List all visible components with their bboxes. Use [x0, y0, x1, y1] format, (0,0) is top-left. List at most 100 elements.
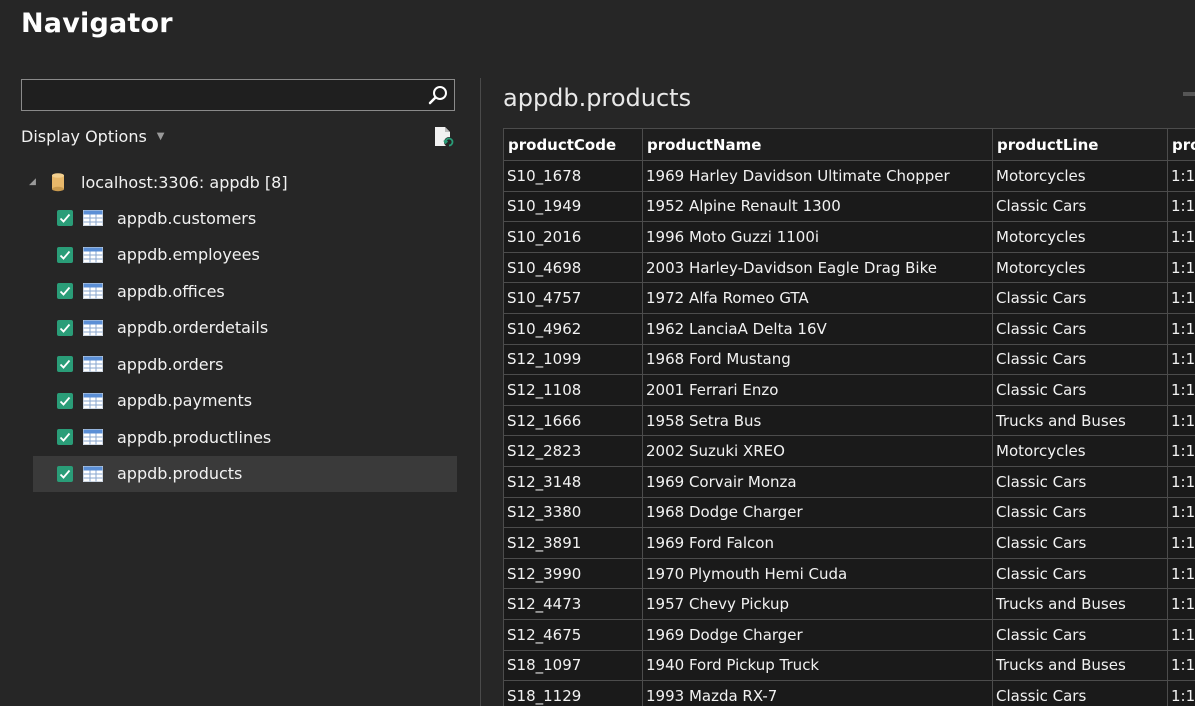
- checkbox[interactable]: [57, 465, 73, 482]
- table-cell: Motorcycles: [992, 251, 1168, 284]
- table-cell: Classic Cars: [992, 557, 1168, 590]
- table-row: S10_2016 1996 Moto Guzzi 1100i Motorcycles…: [503, 221, 1195, 253]
- table-cell: 1968 Ford Mustang: [642, 343, 993, 376]
- table-icon: [83, 319, 103, 336]
- table-cell: 1957 Chevy Pickup: [642, 588, 993, 620]
- table-cell: Trucks and Buses: [992, 649, 1168, 682]
- table-cell: S10_4757: [503, 282, 643, 314]
- scrollbar-indicator[interactable]: [1183, 92, 1195, 96]
- database-icon: [52, 173, 64, 192]
- table-cell: Classic Cars: [992, 527, 1168, 559]
- checkmark-icon: [59, 396, 71, 406]
- table-cell: 1972 Alfa Romeo GTA: [642, 282, 993, 314]
- checkmark-icon: [59, 286, 71, 296]
- tree-item-table[interactable]: appdb.offices: [33, 273, 457, 309]
- table-row: S12_1099 1968 Ford Mustang Classic Cars 1:1: [503, 343, 1195, 376]
- tree-item-table[interactable]: appdb.products: [33, 455, 457, 492]
- table-row: S18_1097 1940 Ford Pickup Truck Trucks and…: [503, 649, 1195, 682]
- table-cell: S10_4962: [503, 312, 643, 345]
- checkbox[interactable]: [57, 392, 73, 409]
- table-cell: 1969 Ford Falcon: [642, 527, 993, 559]
- table-cell: 1:1: [1167, 588, 1195, 620]
- collapse-triangle-icon[interactable]: ◢: [29, 177, 41, 187]
- table-cell: 1:1: [1167, 404, 1195, 437]
- table-cell: Classic Cars: [992, 618, 1168, 651]
- column-header[interactable]: productLine: [992, 128, 1168, 161]
- checkmark-icon: [59, 432, 71, 442]
- checkbox[interactable]: [57, 246, 73, 263]
- table-cell: S12_2823: [503, 435, 643, 467]
- checkbox[interactable]: [57, 283, 73, 299]
- chevron-down-icon: ▼: [156, 131, 165, 142]
- table-cell: 1969 Dodge Charger: [642, 618, 993, 651]
- table-cell: 1:1: [1167, 374, 1195, 406]
- table-cell: S12_4675: [503, 618, 643, 651]
- table-cell: S10_2016: [503, 221, 643, 253]
- table-cell: 2002 Suzuki XREO: [642, 435, 993, 467]
- preview-title: appdb.products: [503, 84, 692, 112]
- checkmark-icon: [59, 323, 71, 333]
- tree-item-table[interactable]: appdb.productlines: [33, 419, 457, 455]
- tree-item-table[interactable]: appdb.payments: [33, 383, 457, 419]
- table-row: S12_4675 1969 Dodge Charger Classic Cars 1:…: [503, 618, 1195, 651]
- table-cell: 1968 Dodge Charger: [642, 496, 993, 529]
- checkbox[interactable]: [57, 356, 73, 372]
- table-icon: [83, 283, 103, 299]
- tree-item-table[interactable]: appdb.employees: [33, 237, 457, 273]
- table-cell: 1:1: [1167, 465, 1195, 498]
- table-cell: S12_3380: [503, 496, 643, 529]
- table-cell: Classic Cars: [992, 343, 1168, 376]
- tree-item-label: appdb.products: [117, 464, 243, 483]
- data-table: productCodeproductNameproductLinepro S10…: [503, 128, 1195, 706]
- table-cell: 1969 Corvair Monza: [642, 465, 993, 498]
- tree-item-label: appdb.orderdetails: [117, 318, 269, 337]
- table-cell: 1:1: [1167, 312, 1195, 345]
- panel-divider[interactable]: [480, 78, 481, 706]
- checkbox[interactable]: [57, 319, 73, 336]
- table-row: S12_1666 1958 Setra Bus Trucks and Buses 1:…: [503, 404, 1195, 437]
- search-input[interactable]: [26, 83, 420, 109]
- table-cell: 1:1: [1167, 618, 1195, 651]
- table-cell: 1:1: [1167, 527, 1195, 559]
- table-cell: Classic Cars: [992, 465, 1168, 498]
- column-header[interactable]: productCode: [503, 128, 643, 161]
- table-row: S12_3891 1969 Ford Falcon Classic Cars 1:1: [503, 527, 1195, 559]
- table-cell: Classic Cars: [992, 496, 1168, 529]
- table-cell: 1:1: [1167, 160, 1195, 192]
- checkbox[interactable]: [57, 210, 73, 226]
- table-cell: 1:1: [1167, 282, 1195, 314]
- refresh-file-icon[interactable]: [432, 125, 456, 149]
- tree-item-label: appdb.offices: [117, 281, 225, 301]
- tree-item-table[interactable]: appdb.orderdetails: [33, 310, 457, 346]
- navigator-window: Navigator Display Options ▼ ◢ localhost:…: [0, 0, 1195, 706]
- search-icon[interactable]: [427, 84, 449, 106]
- table-cell: 2001 Ferrari Enzo: [642, 374, 993, 406]
- preview-grid: productCodeproductNameproductLinepro S10…: [503, 128, 1195, 706]
- checkbox[interactable]: [57, 429, 73, 445]
- display-options-dropdown[interactable]: Display Options ▼: [21, 127, 165, 146]
- column-header[interactable]: pro: [1167, 128, 1195, 161]
- search-box[interactable]: [21, 79, 455, 111]
- table-row: S10_4698 2003 Harley-Davidson Eagle Drag …: [503, 251, 1195, 284]
- display-options-label: Display Options: [21, 127, 147, 146]
- table-row: S12_2823 2002 Suzuki XREO Motorcycles 1:1: [503, 435, 1195, 467]
- column-header[interactable]: productName: [642, 128, 993, 161]
- table-cell: S10_4698: [503, 251, 643, 284]
- tree-item-table[interactable]: appdb.customers: [33, 200, 457, 236]
- table-row: S10_4757 1972 Alfa Romeo GTA Classic Cars 1…: [503, 282, 1195, 314]
- tree-item-label: appdb.payments: [117, 391, 253, 410]
- table-cell: S10_1949: [503, 190, 643, 223]
- table-cell: Motorcycles: [992, 160, 1168, 192]
- table-cell: Trucks and Buses: [992, 588, 1168, 620]
- table-cell: Classic Cars: [992, 282, 1168, 314]
- table-row: S18_1129 1993 Mazda RX-7 Classic Cars 1:1: [503, 680, 1195, 706]
- table-cell: Classic Cars: [992, 680, 1168, 706]
- table-cell: 1:1: [1167, 251, 1195, 284]
- tree-item-table[interactable]: appdb.orders: [33, 346, 457, 382]
- table-icon: [83, 210, 103, 226]
- table-cell: S12_3148: [503, 465, 643, 498]
- table-cell: 1:1: [1167, 221, 1195, 253]
- tree-item-label: appdb.employees: [117, 245, 260, 264]
- tree-root-server[interactable]: ◢ localhost:3306: appdb [8]: [29, 170, 288, 194]
- table-row: S12_4473 1957 Chevy Pickup Trucks and Buse…: [503, 588, 1195, 620]
